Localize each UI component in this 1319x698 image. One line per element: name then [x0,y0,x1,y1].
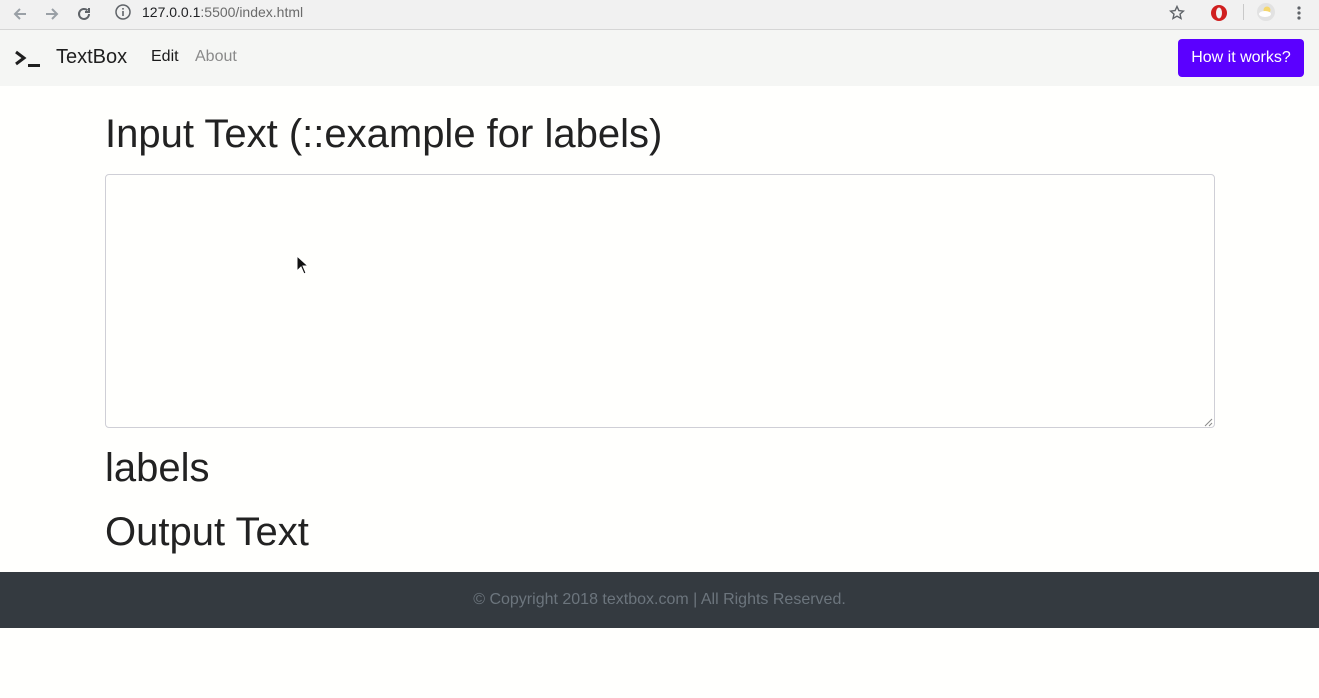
reload-icon[interactable] [72,2,96,26]
weather-extension-icon[interactable] [1255,1,1277,23]
input-textarea[interactable] [105,174,1215,428]
input-text-heading: Input Text (::example for labels) [105,112,663,156]
copyright-text: © Copyright 2018 textbox.com | All Right… [473,591,846,608]
url-text: 127.0.0.1:5500/index.html [142,4,303,20]
how-it-works-button[interactable]: How it works? [1178,39,1304,77]
info-icon[interactable] [114,3,132,21]
browser-menu-icon[interactable] [1288,2,1310,24]
labels-heading: labels [105,446,210,490]
resize-grip-icon[interactable] [1204,418,1213,427]
main-content: Input Text (::example for labels) labels… [0,86,1319,572]
bookmark-star-icon[interactable] [1166,2,1188,24]
terminal-icon[interactable] [14,50,42,68]
forward-arrow-icon[interactable] [40,2,64,26]
site-footer: © Copyright 2018 textbox.com | All Right… [0,572,1319,628]
brand-name[interactable]: TextBox [56,46,127,69]
nav-link-edit[interactable]: Edit [151,48,179,66]
output-text-heading: Output Text [105,510,309,554]
mouse-cursor-icon [296,255,310,275]
site-navbar: TextBox Edit About How it works? [0,30,1319,86]
url-path: :5500/index.html [200,4,304,20]
opera-extension-icon[interactable] [1208,2,1230,24]
toolbar-separator [1243,4,1244,20]
back-arrow-icon[interactable] [8,2,32,26]
nav-link-about[interactable]: About [195,48,237,66]
url-host: 127.0.0.1 [142,4,201,20]
browser-toolbar: 127.0.0.1:5500/index.html [0,0,1319,30]
address-bar[interactable]: 127.0.0.1:5500/index.html [106,0,1196,24]
